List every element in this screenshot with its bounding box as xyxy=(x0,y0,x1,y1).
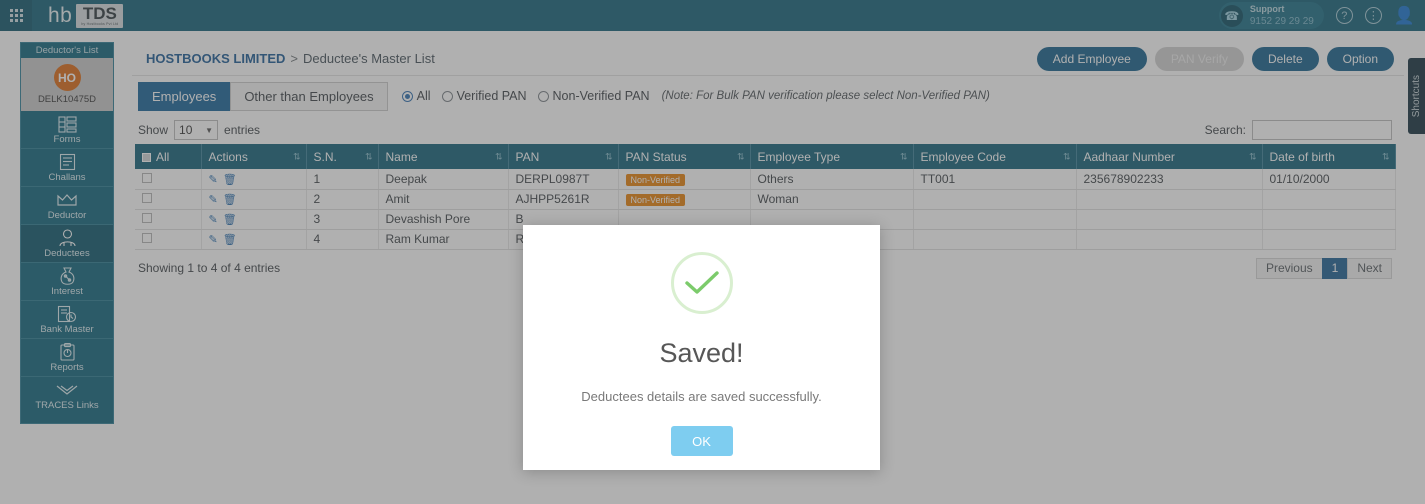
application-window: hb TDS by Hostbooks Pvt Ltd ☎ Support 91… xyxy=(0,0,1425,504)
success-check-icon xyxy=(670,252,733,314)
modal-ok-button[interactable]: OK xyxy=(670,426,733,456)
modal-title: Saved! xyxy=(659,338,744,368)
modal-message: Deductees details are saved successfully… xyxy=(581,389,822,404)
saved-confirmation-dialog: Saved! Deductees details are saved succe… xyxy=(523,225,880,470)
